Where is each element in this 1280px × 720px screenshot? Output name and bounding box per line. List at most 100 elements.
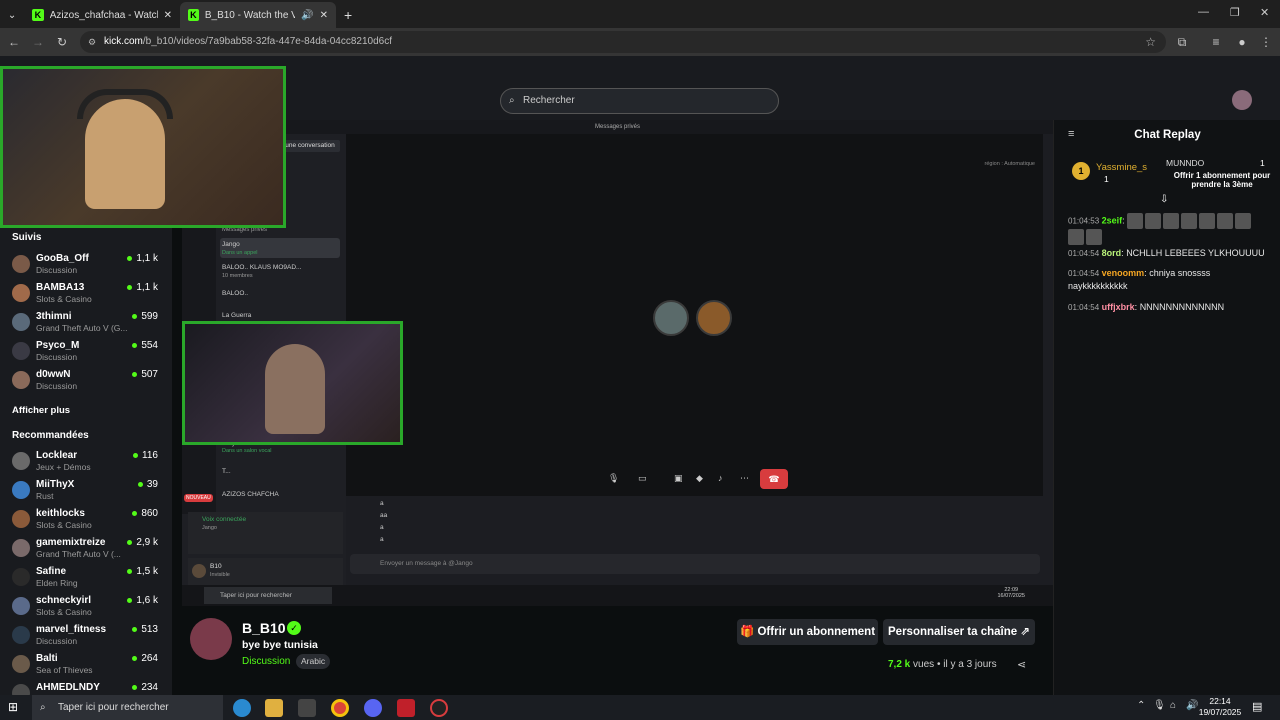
search-input[interactable]: ⌕ Rechercher <box>500 88 779 114</box>
channel-category: Slots & Casino <box>36 520 92 530</box>
channel-avatar[interactable] <box>190 618 232 660</box>
browser-tab-2[interactable]: K B_B10 - Watch the VOD on 🔊 ✕ <box>180 2 336 28</box>
sidebar-item-locklear[interactable]: Locklear Jeux + Démos 116 <box>0 448 172 476</box>
avatar <box>192 564 206 578</box>
inner-taskbar-search: Taper ici pour rechercher <box>204 587 332 604</box>
sidebar-item-schneckyirl[interactable]: schneckyirl Slots & Casino 1,6 k <box>0 593 172 621</box>
close-tab-icon[interactable]: ✕ <box>164 10 172 21</box>
windows-start-icon[interactable]: ⊞ <box>8 700 18 714</box>
screen-share-icon: ▣ <box>674 473 683 483</box>
taskbar-search-input[interactable]: ⌕ Taper ici pour rechercher <box>32 695 223 720</box>
tray-chevron-icon[interactable]: ⌃ <box>1137 700 1145 711</box>
url-field[interactable]: ⚙ kick.com/b_b10/videos/7a9bab58-32fa-44… <box>80 31 1166 53</box>
viewer-count: 1,1 k <box>127 253 158 264</box>
sidebar-item-safine[interactable]: Safine Elden Ring 1,5 k <box>0 564 172 592</box>
system-clock[interactable]: 22:14 19/07/2025 <box>1198 696 1242 718</box>
voicemod-icon[interactable] <box>397 699 415 717</box>
browser-menu-icon[interactable]: ⋮ <box>1256 28 1276 56</box>
tray-network-icon[interactable]: ⌂ <box>1170 700 1176 711</box>
forward-icon[interactable]: → <box>28 28 48 56</box>
sidebar-item-keithlocks[interactable]: keithlocks Slots & Casino 860 <box>0 506 172 534</box>
message-user[interactable]: uffjxbrk <box>1102 302 1135 312</box>
sidebar-item-balti[interactable]: Balti Sea of Thieves 264 <box>0 651 172 679</box>
stream-title: bye bye tunisia <box>242 639 318 651</box>
search-icon: ⌕ <box>509 95 515 106</box>
stream-age: il y a 3 jours <box>943 659 997 670</box>
discord-icon[interactable] <box>364 699 382 717</box>
speaker-icon[interactable]: 🔊 <box>301 10 313 21</box>
media-controls-icon[interactable]: ≡ <box>1206 28 1226 56</box>
chrome-icon[interactable] <box>331 699 349 717</box>
avatar <box>12 597 30 615</box>
recommended-heading: Recommandées <box>12 430 89 441</box>
pinned-toggle-icon[interactable]: ⇩ <box>1160 194 1168 205</box>
customize-channel-button[interactable]: Personnaliser ta chaîne ⇗ <box>883 619 1035 645</box>
user-avatar[interactable] <box>1232 90 1252 110</box>
message-placeholder: Envoyer un message à @Jango <box>380 560 473 567</box>
message-user[interactable]: venoomm <box>1102 268 1145 278</box>
sidebar-item-d0wwn[interactable]: d0wwN Discussion 507 <box>0 367 172 395</box>
emote-icon <box>1181 213 1198 229</box>
channel-name: keithlocks <box>36 508 85 519</box>
restore-window-icon[interactable]: ❐ <box>1230 6 1240 19</box>
file-explorer-icon[interactable] <box>265 699 283 717</box>
chat-message: 01:04:54 uffjxbrk: NNNNNNNNNNNNN <box>1068 302 1225 312</box>
leader-name: Yassmine_s <box>1096 162 1148 173</box>
category-link[interactable]: Discussion <box>242 656 290 667</box>
sidebar-item-ahmedlndy[interactable]: AHMEDLNDY 234 <box>0 680 172 695</box>
tab-list-button[interactable]: ⌄ <box>0 2 24 28</box>
show-more-link[interactable]: Afficher plus <box>12 405 70 416</box>
tray-volume-icon[interactable]: 🔊 <box>1186 700 1198 711</box>
views-count: 7,2 k <box>888 659 911 670</box>
reload-icon[interactable]: ↻ <box>52 28 72 56</box>
sidebar-item-bamba13[interactable]: BAMBA13 Slots & Casino 1,1 k <box>0 280 172 308</box>
notifications-icon[interactable]: ▤ <box>1252 700 1262 713</box>
message-user[interactable]: 8ord <box>1102 248 1122 258</box>
obs-icon[interactable] <box>430 699 448 717</box>
bookmark-star-icon[interactable]: ☆ <box>1145 31 1156 53</box>
dm-name: Jango <box>222 241 240 248</box>
sidebar-item-gamemixtreize[interactable]: gamemixtreize Grand Theft Auto V (... 2,… <box>0 535 172 563</box>
edge-icon[interactable] <box>233 699 251 717</box>
tray-mic-icon[interactable]: 🎙 <box>1153 700 1166 711</box>
windows-taskbar: ⊞ ⌕ Taper ici pour rechercher ⌃ 🎙 ⌂ 🔊 22… <box>0 695 1280 720</box>
dm-name: La Guerra <box>222 312 252 319</box>
sidebar-item-gooba-off[interactable]: GooBa_Off Discussion 1,1 k <box>0 251 172 279</box>
gift-promo[interactable]: Offrir 1 abonnement pour prendre la 3ème <box>1168 171 1276 189</box>
new-tab-button[interactable]: + <box>336 2 360 28</box>
sidebar-item-psyco-m[interactable]: Psyco_M Discussion 554 <box>0 338 172 366</box>
close-window-icon[interactable]: ✕ <box>1260 6 1269 19</box>
new-badge: NOUVEAU <box>184 494 213 502</box>
gift-subscription-button[interactable]: 🎁 Offrir un abonnement <box>737 619 878 645</box>
tag-badge[interactable]: Arabic <box>296 654 331 669</box>
site-info-icon[interactable]: ⚙ <box>88 31 96 53</box>
close-tab-icon[interactable]: ✕ <box>320 10 328 21</box>
message-user[interactable]: 2seif <box>1102 215 1123 225</box>
avatar <box>12 568 30 586</box>
avatar <box>12 313 30 331</box>
window-title: Messages privés <box>594 124 641 130</box>
extensions-icon[interactable]: ⧉ <box>1172 28 1192 56</box>
sidebar-item-miithyx[interactable]: MiiThyX Rust 39 <box>0 477 172 505</box>
channel-category: Jeux + Démos <box>36 462 91 472</box>
minimize-window-icon[interactable]: — <box>1198 6 1209 18</box>
new-conversation-label: une conversation <box>285 142 335 149</box>
profile-avatar-icon[interactable]: ● <box>1232 28 1252 56</box>
more-icon: ⋯ <box>740 473 749 483</box>
store-icon[interactable] <box>298 699 316 717</box>
tab-title: B_B10 - Watch the VOD on <box>204 9 296 21</box>
viewer-count: 2,9 k <box>127 537 158 548</box>
browser-tab-1[interactable]: K Azizos_chafchaa - Watch the V ✕ <box>24 2 180 28</box>
sidebar-item-3thimni[interactable]: 3thimni Grand Theft Auto V (G... 599 <box>0 309 172 337</box>
gift-subscription-label: Offrir un abonnement <box>757 626 876 638</box>
sidebar-item-marvel-fitness[interactable]: marvel_fitness Discussion 513 <box>0 622 172 650</box>
dm-name: BALOO.. KLAUS MO9AD... <box>222 264 302 271</box>
channel-category: Discussion <box>36 352 78 362</box>
channel-name[interactable]: B_B10 <box>242 620 286 636</box>
external-link-icon: ⇗ <box>1020 626 1030 638</box>
share-icon[interactable]: ⋖ <box>1017 658 1026 671</box>
chat-msg: a <box>380 536 384 543</box>
call-area: région : Automatique 🎙 ▭ ▣ ◆ ♪ ⋯ ☎ <box>346 134 1043 496</box>
back-icon[interactable]: ← <box>4 28 24 56</box>
discord-titlebar: Messages privés <box>182 120 1053 134</box>
